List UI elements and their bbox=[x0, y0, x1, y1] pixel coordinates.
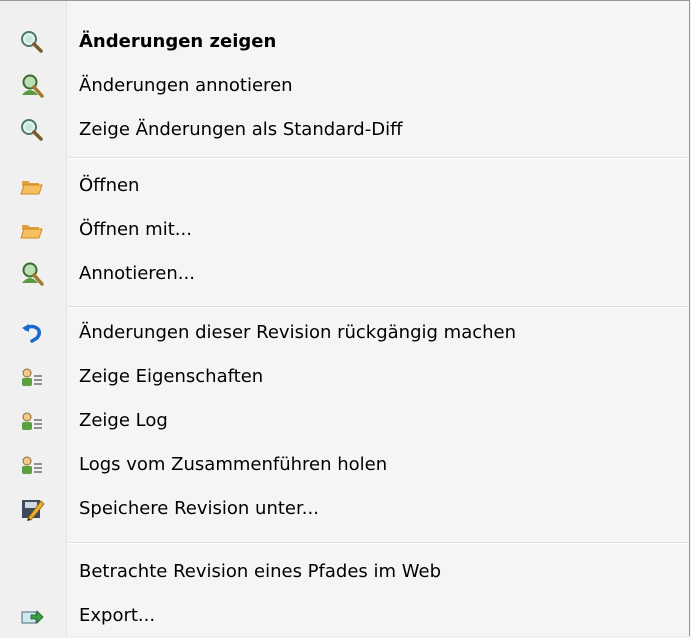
context-menu: Änderungen zeigen Änderungen annotieren … bbox=[0, 0, 690, 636]
magnifier-icon bbox=[19, 29, 45, 55]
user-list-icon bbox=[19, 452, 45, 478]
folder-open-icon bbox=[19, 217, 45, 243]
menu-item-label: Zeige Log bbox=[79, 410, 168, 431]
export-folder-arrow-icon bbox=[19, 603, 45, 629]
menu-item-label: Änderungen dieser Revision rückgängig ma… bbox=[79, 322, 517, 343]
menu-separator bbox=[68, 306, 688, 308]
menu-item-label: Änderungen annotieren bbox=[79, 75, 293, 96]
menu-item-annotate-changes[interactable]: Änderungen annotieren bbox=[0, 64, 690, 108]
menu-item-show-diff[interactable]: Zeige Änderungen als Standard-Diff bbox=[0, 108, 690, 152]
menu-item-label: Zeige Eigenschaften bbox=[79, 366, 264, 387]
user-list-icon bbox=[19, 364, 45, 390]
menu-item-label: Annotieren... bbox=[79, 263, 195, 284]
menu-item-label: Betrachte Revision eines Pfades im Web bbox=[79, 561, 441, 582]
menu-item-label: Logs vom Zusammenführen holen bbox=[79, 454, 388, 475]
folder-open-icon bbox=[19, 173, 45, 199]
magnifier-icon bbox=[19, 117, 45, 143]
menu-item-label: Speichere Revision unter... bbox=[79, 498, 319, 519]
menu-item-view-web[interactable]: Betrachte Revision eines Pfades im Web bbox=[0, 550, 690, 594]
menu-item-open-with[interactable]: Öffnen mit... bbox=[0, 208, 690, 252]
menu-item-label: Öffnen mit... bbox=[79, 219, 192, 240]
menu-item-label: Export... bbox=[79, 605, 156, 626]
menu-item-show-changes[interactable]: Änderungen zeigen bbox=[0, 20, 690, 64]
annotate-magnifier-person-icon bbox=[19, 73, 45, 99]
menu-item-export[interactable]: Export... bbox=[0, 594, 690, 638]
revert-arrow-icon bbox=[19, 320, 45, 346]
menu-item-label: Zeige Änderungen als Standard-Diff bbox=[79, 119, 403, 140]
menu-item-save-revision[interactable]: Speichere Revision unter... bbox=[0, 487, 690, 531]
menu-item-label: Öffnen bbox=[79, 175, 140, 196]
menu-separator bbox=[68, 542, 688, 544]
save-pencil-icon bbox=[19, 496, 45, 522]
menu-item-label: Änderungen zeigen bbox=[79, 31, 277, 52]
menu-item-merge-logs[interactable]: Logs vom Zusammenführen holen bbox=[0, 443, 690, 487]
annotate-magnifier-person-icon bbox=[19, 261, 45, 287]
user-list-icon bbox=[19, 408, 45, 434]
menu-item-show-log[interactable]: Zeige Log bbox=[0, 399, 690, 443]
menu-item-show-properties[interactable]: Zeige Eigenschaften bbox=[0, 355, 690, 399]
menu-separator bbox=[68, 157, 688, 159]
menu-item-open[interactable]: Öffnen bbox=[0, 164, 690, 208]
menu-item-annotate[interactable]: Annotieren... bbox=[0, 252, 690, 296]
menu-item-revert-revision[interactable]: Änderungen dieser Revision rückgängig ma… bbox=[0, 311, 690, 355]
